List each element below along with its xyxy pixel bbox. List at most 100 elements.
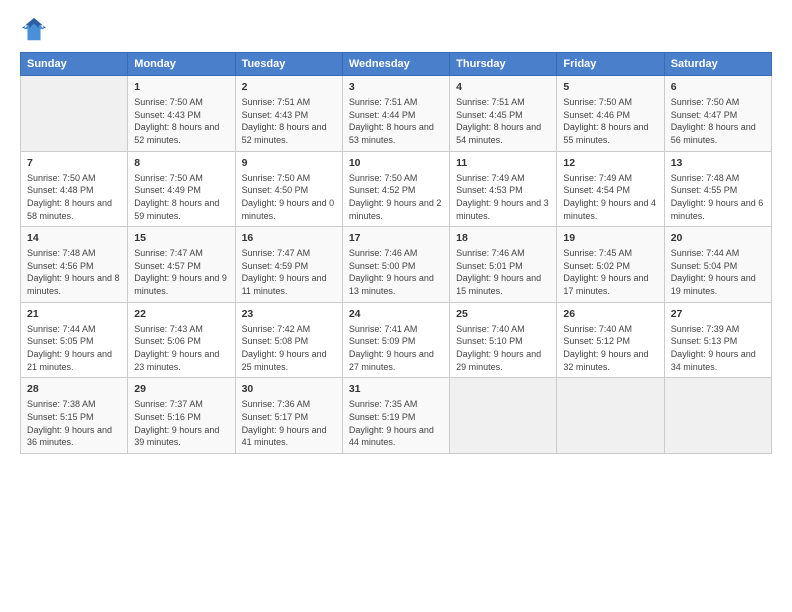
calendar-cell: 2 Sunrise: 7:51 AMSunset: 4:43 PMDaylight… <box>235 76 342 152</box>
day-info: Sunrise: 7:39 AMSunset: 5:13 PMDaylight:… <box>671 323 765 373</box>
day-number: 9 <box>242 156 336 170</box>
calendar-cell: 4 Sunrise: 7:51 AMSunset: 4:45 PMDaylight… <box>450 76 557 152</box>
day-info: Sunrise: 7:48 AMSunset: 4:55 PMDaylight:… <box>671 172 765 222</box>
calendar-cell: 10 Sunrise: 7:50 AMSunset: 4:52 PMDayligh… <box>342 151 449 227</box>
day-info: Sunrise: 7:40 AMSunset: 5:12 PMDaylight:… <box>563 323 657 373</box>
calendar-cell: 6 Sunrise: 7:50 AMSunset: 4:47 PMDaylight… <box>664 76 771 152</box>
day-header-saturday: Saturday <box>664 53 771 76</box>
calendar-cell: 19 Sunrise: 7:45 AMSunset: 5:02 PMDayligh… <box>557 227 664 303</box>
day-info: Sunrise: 7:36 AMSunset: 5:17 PMDaylight:… <box>242 398 336 448</box>
calendar-cell: 5Sunrise: 7:50 AMSunset: 4:46 PMDaylight… <box>557 76 664 152</box>
day-header-wednesday: Wednesday <box>342 53 449 76</box>
calendar-cell: 15 Sunrise: 7:47 AMSunset: 4:57 PMDayligh… <box>128 227 235 303</box>
logo-icon <box>20 16 48 44</box>
day-info: Sunrise: 7:35 AMSunset: 5:19 PMDaylight:… <box>349 398 443 448</box>
day-info: Sunrise: 7:49 AMSunset: 4:54 PMDaylight:… <box>563 172 657 222</box>
day-number: 16 <box>242 231 336 245</box>
day-info: Sunrise: 7:46 AMSunset: 5:01 PMDaylight:… <box>456 247 550 297</box>
calendar-cell: 7 Sunrise: 7:50 AMSunset: 4:48 PMDaylight… <box>21 151 128 227</box>
calendar-cell: 20 Sunrise: 7:44 AMSunset: 5:04 PMDayligh… <box>664 227 771 303</box>
day-info: Sunrise: 7:37 AMSunset: 5:16 PMDaylight:… <box>134 398 228 448</box>
day-number: 18 <box>456 231 550 245</box>
calendar-cell: 9 Sunrise: 7:50 AMSunset: 4:50 PMDaylight… <box>235 151 342 227</box>
day-number: 19 <box>563 231 657 245</box>
day-info: Sunrise: 7:50 AMSunset: 4:47 PMDaylight:… <box>671 96 765 146</box>
week-row-3: 14 Sunrise: 7:48 AMSunset: 4:56 PMDayligh… <box>21 227 772 303</box>
day-info: Sunrise: 7:40 AMSunset: 5:10 PMDaylight:… <box>456 323 550 373</box>
day-info: Sunrise: 7:51 AMSunset: 4:45 PMDaylight:… <box>456 96 550 146</box>
day-info: Sunrise: 7:44 AMSunset: 5:04 PMDaylight:… <box>671 247 765 297</box>
day-info: Sunrise: 7:47 AMSunset: 4:57 PMDaylight:… <box>134 247 228 297</box>
day-number: 2 <box>242 80 336 94</box>
day-number: 6 <box>671 80 765 94</box>
day-info: Sunrise: 7:47 AMSunset: 4:59 PMDaylight:… <box>242 247 336 297</box>
page: SundayMondayTuesdayWednesdayThursdayFrid… <box>0 0 792 612</box>
day-number: 8 <box>134 156 228 170</box>
calendar-cell: 16 Sunrise: 7:47 AMSunset: 4:59 PMDayligh… <box>235 227 342 303</box>
day-header-sunday: Sunday <box>21 53 128 76</box>
header <box>20 16 772 44</box>
day-info: Sunrise: 7:50 AMSunset: 4:49 PMDaylight:… <box>134 172 228 222</box>
day-number: 13 <box>671 156 765 170</box>
day-info: Sunrise: 7:50 AMSunset: 4:43 PMDaylight:… <box>134 96 228 146</box>
day-number: 28 <box>27 382 121 396</box>
day-number: 11 <box>456 156 550 170</box>
day-number: 5 <box>563 80 657 94</box>
day-number: 14 <box>27 231 121 245</box>
day-number: 24 <box>349 307 443 321</box>
day-number: 12 <box>563 156 657 170</box>
day-info: Sunrise: 7:38 AMSunset: 5:15 PMDaylight:… <box>27 398 121 448</box>
calendar-cell: 11 Sunrise: 7:49 AMSunset: 4:53 PMDayligh… <box>450 151 557 227</box>
day-number: 25 <box>456 307 550 321</box>
calendar-cell: 13 Sunrise: 7:48 AMSunset: 4:55 PMDayligh… <box>664 151 771 227</box>
week-row-4: 21 Sunrise: 7:44 AMSunset: 5:05 PMDayligh… <box>21 302 772 378</box>
week-row-1: 1 Sunrise: 7:50 AMSunset: 4:43 PMDaylight… <box>21 76 772 152</box>
day-number: 30 <box>242 382 336 396</box>
day-header-monday: Monday <box>128 53 235 76</box>
day-info: Sunrise: 7:51 AMSunset: 4:44 PMDaylight:… <box>349 96 443 146</box>
day-number: 21 <box>27 307 121 321</box>
day-info: Sunrise: 7:50 AMSunset: 4:50 PMDaylight:… <box>242 172 336 222</box>
day-header-thursday: Thursday <box>450 53 557 76</box>
day-header-friday: Friday <box>557 53 664 76</box>
calendar-cell: 31 Sunrise: 7:35 AMSunset: 5:19 PMDayligh… <box>342 378 449 454</box>
calendar-cell: 27Sunrise: 7:39 AMSunset: 5:13 PMDayligh… <box>664 302 771 378</box>
day-header-tuesday: Tuesday <box>235 53 342 76</box>
day-info: Sunrise: 7:50 AMSunset: 4:52 PMDaylight:… <box>349 172 443 222</box>
calendar-cell: 24 Sunrise: 7:41 AMSunset: 5:09 PMDayligh… <box>342 302 449 378</box>
day-info: Sunrise: 7:48 AMSunset: 4:56 PMDaylight:… <box>27 247 121 297</box>
day-number: 7 <box>27 156 121 170</box>
calendar-cell: 17Sunrise: 7:46 AMSunset: 5:00 PMDayligh… <box>342 227 449 303</box>
day-number: 3 <box>349 80 443 94</box>
day-info: Sunrise: 7:41 AMSunset: 5:09 PMDaylight:… <box>349 323 443 373</box>
day-info: Sunrise: 7:45 AMSunset: 5:02 PMDaylight:… <box>563 247 657 297</box>
day-number: 10 <box>349 156 443 170</box>
calendar-cell: 18 Sunrise: 7:46 AMSunset: 5:01 PMDayligh… <box>450 227 557 303</box>
calendar-cell <box>664 378 771 454</box>
calendar-cell: 28 Sunrise: 7:38 AMSunset: 5:15 PMDayligh… <box>21 378 128 454</box>
calendar-cell: 3 Sunrise: 7:51 AMSunset: 4:44 PMDaylight… <box>342 76 449 152</box>
day-number: 26 <box>563 307 657 321</box>
week-row-2: 7 Sunrise: 7:50 AMSunset: 4:48 PMDaylight… <box>21 151 772 227</box>
calendar-cell: 8 Sunrise: 7:50 AMSunset: 4:49 PMDaylight… <box>128 151 235 227</box>
day-info: Sunrise: 7:50 AMSunset: 4:48 PMDaylight:… <box>27 172 121 222</box>
day-number: 31 <box>349 382 443 396</box>
day-number: 20 <box>671 231 765 245</box>
calendar-cell: 1 Sunrise: 7:50 AMSunset: 4:43 PMDaylight… <box>128 76 235 152</box>
day-number: 29 <box>134 382 228 396</box>
calendar-cell: 26 Sunrise: 7:40 AMSunset: 5:12 PMDayligh… <box>557 302 664 378</box>
calendar-cell <box>557 378 664 454</box>
calendar-cell: 22Sunrise: 7:43 AMSunset: 5:06 PMDayligh… <box>128 302 235 378</box>
day-number: 23 <box>242 307 336 321</box>
day-info: Sunrise: 7:44 AMSunset: 5:05 PMDaylight:… <box>27 323 121 373</box>
week-row-5: 28 Sunrise: 7:38 AMSunset: 5:15 PMDayligh… <box>21 378 772 454</box>
day-info: Sunrise: 7:49 AMSunset: 4:53 PMDaylight:… <box>456 172 550 222</box>
header-row: SundayMondayTuesdayWednesdayThursdayFrid… <box>21 53 772 76</box>
day-info: Sunrise: 7:51 AMSunset: 4:43 PMDaylight:… <box>242 96 336 146</box>
day-number: 15 <box>134 231 228 245</box>
calendar-cell: 21 Sunrise: 7:44 AMSunset: 5:05 PMDayligh… <box>21 302 128 378</box>
day-number: 4 <box>456 80 550 94</box>
calendar-cell: 25 Sunrise: 7:40 AMSunset: 5:10 PMDayligh… <box>450 302 557 378</box>
calendar-cell: 14 Sunrise: 7:48 AMSunset: 4:56 PMDayligh… <box>21 227 128 303</box>
day-number: 1 <box>134 80 228 94</box>
